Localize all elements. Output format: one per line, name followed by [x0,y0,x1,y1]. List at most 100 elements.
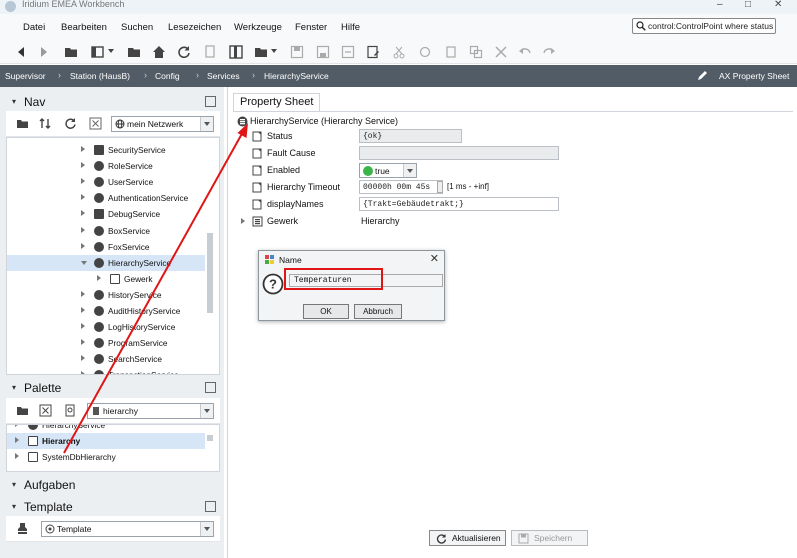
crumb-supervisor[interactable]: Supervisor [5,71,46,81]
panel-icon[interactable] [229,45,243,59]
palette-item-hierarchyservice[interactable]: HierarchyService [7,425,205,433]
sync-arrows-icon[interactable] [39,117,52,130]
copy-doc-icon[interactable] [203,45,217,59]
nav-item-programservice[interactable]: ProgramService [7,335,205,351]
nav-item-loghistoryservice[interactable]: LogHistoryService [7,319,205,335]
search-input[interactable] [648,20,774,32]
close-icon[interactable]: ✕ [774,0,782,10]
template-select[interactable]: Template [41,521,214,537]
tab-property-sheet[interactable]: Property Sheet [233,93,321,111]
close-box-icon[interactable] [39,404,52,417]
dialog-close-icon[interactable]: ✕ [430,252,439,265]
expand-icon[interactable] [81,290,85,297]
collapse-icon[interactable]: ▾ [12,383,16,392]
cancel-button[interactable]: Abbruch [354,304,402,319]
menu-fenster[interactable]: Fenster [295,22,327,33]
collapse-icon[interactable]: ▾ [12,480,16,489]
chevron-down-icon[interactable] [200,117,213,131]
displaynames-value[interactable]: {Trakt=Gebäudetrakt;} [359,197,559,211]
maximize-icon[interactable]: □ [745,0,751,10]
property-row-fault-cause[interactable]: Fault Cause [236,145,792,162]
nav-item-transactionservice[interactable]: TransactionService [7,367,205,374]
maximize-panel-icon[interactable] [205,96,216,107]
menu-suchen[interactable]: Suchen [121,22,153,33]
crumb-station[interactable]: Station (HausB) [70,71,130,81]
nav-item-hierarchyservice[interactable]: HierarchyService [7,254,205,271]
chevron-down-icon[interactable] [200,404,213,418]
expand-icon[interactable] [97,274,101,281]
chevron-down-icon[interactable] [403,164,416,177]
nav-scrollbar[interactable] [207,233,213,313]
hierarchy-timeout-input[interactable]: 00000h 00m 45s [359,180,443,194]
crumb-services[interactable]: Services [207,71,240,81]
export-icon[interactable] [341,45,355,59]
expand-icon[interactable] [81,339,85,346]
network-select[interactable]: mein Netzwerk [111,116,214,132]
edit-doc-icon[interactable] [366,45,380,59]
cut-icon[interactable] [392,45,406,59]
copy-icon[interactable] [418,45,432,59]
menu-hilfe[interactable]: Hilfe [341,22,360,33]
refresh-icon[interactable] [177,45,191,59]
nav-item-audithistoryservice[interactable]: AuditHistoryService [7,303,205,319]
nav-item-historyservice[interactable]: HistoryService [7,287,205,303]
crumb-hierarchyservice[interactable]: HierarchyService [264,71,329,81]
back-icon[interactable] [14,45,28,59]
collapse-icon[interactable]: ▾ [12,502,16,511]
save-button[interactable]: Speichern [511,530,588,546]
expand-icon[interactable] [81,226,85,233]
delete-icon[interactable] [494,45,508,59]
nav-item-authenticationservice[interactable]: AuthenticationService [7,190,205,206]
redo-icon[interactable] [542,45,556,59]
home-icon[interactable] [152,45,166,59]
nav-item-gewerk[interactable]: Gewerk [7,271,205,287]
chevron-down-icon[interactable] [200,522,213,536]
open-folder-icon[interactable] [254,45,268,59]
menu-datei[interactable]: Datei [23,22,45,33]
palette-item-systemdbhierarchy[interactable]: SystemDbHierarchy [7,449,205,465]
expand-icon[interactable] [241,218,245,224]
expand-icon[interactable] [81,371,85,374]
duplicate-icon[interactable] [469,45,483,59]
property-row-gewerk[interactable]: Gewerk Hierarchy [236,213,792,230]
ok-button[interactable]: OK [303,304,349,319]
property-row-status[interactable]: Status {ok} [236,128,792,145]
sidebar-toggle-icon[interactable] [91,45,105,59]
expand-icon[interactable] [81,162,85,169]
view-selector[interactable]: AX Property Sheet [719,71,789,81]
expand-icon[interactable] [81,323,85,330]
expand-icon[interactable] [15,453,19,459]
maximize-panel-icon[interactable] [205,382,216,393]
undo-icon[interactable] [518,45,532,59]
open-dropdown-icon[interactable] [271,49,277,53]
nav-item-roleservice[interactable]: RoleService [7,158,205,174]
stamp-icon[interactable] [16,522,29,535]
save-icon[interactable] [290,45,304,59]
paste-icon[interactable] [444,45,458,59]
maximize-panel-icon[interactable] [205,501,216,512]
palette-scrollbar[interactable] [207,435,213,441]
expand-icon[interactable] [81,146,85,152]
enabled-select[interactable]: true [359,163,417,178]
nav-item-userservice[interactable]: UserService [7,174,205,190]
collapse-icon[interactable]: ▾ [12,97,16,106]
nav-item-debugservice[interactable]: DebugService [7,206,205,222]
minimize-icon[interactable]: – [717,0,723,10]
property-row-enabled[interactable]: Enabled true [236,162,792,179]
menu-lesezeichen[interactable]: Lesezeichen [168,22,221,33]
menu-werkzeuge[interactable]: Werkzeuge [234,22,282,33]
expand-icon[interactable] [81,210,85,217]
refresh-icon[interactable] [64,117,77,130]
nav-item-searchservice[interactable]: SearchService [7,351,205,367]
expand-icon[interactable] [81,194,85,201]
property-row-displaynames[interactable]: displayNames {Trakt=Gebäudetrakt;} [236,196,792,213]
expand-icon[interactable] [81,242,85,249]
sidebar-dropdown-icon[interactable] [108,49,114,53]
nav-item-foxservice[interactable]: FoxService [7,239,205,255]
name-input[interactable] [289,274,443,287]
pencil-icon[interactable] [697,70,708,81]
nav-item-boxservice[interactable]: BoxService [7,223,205,239]
folder-icon[interactable] [127,45,141,59]
expand-icon[interactable] [81,178,85,185]
timeout-spinner[interactable] [437,181,443,193]
